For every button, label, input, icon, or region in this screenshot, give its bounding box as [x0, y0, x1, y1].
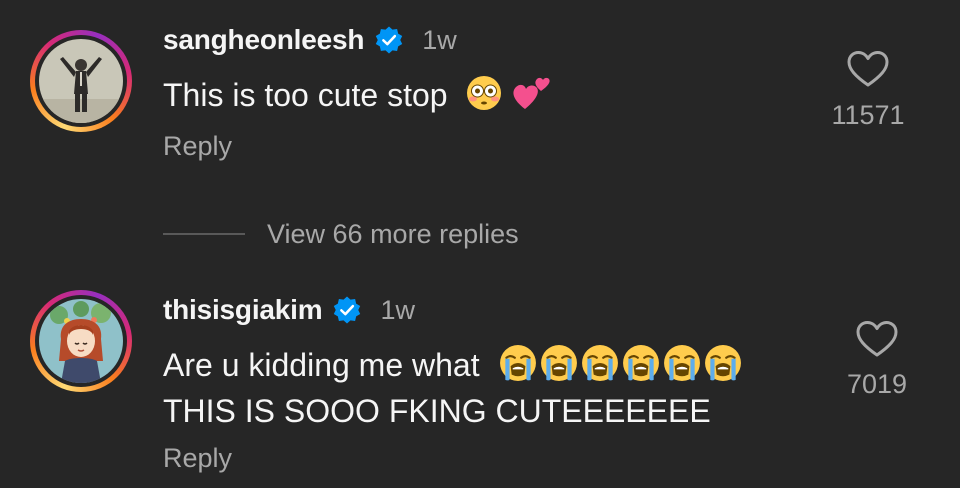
reply-button[interactable]: Reply	[163, 131, 232, 162]
avatar[interactable]	[39, 39, 123, 123]
like-heart-icon[interactable]	[856, 320, 898, 358]
loudly-crying-face-icon	[540, 344, 578, 391]
flushed-face-icon	[466, 75, 502, 120]
comment-text: This is too cute stop	[163, 75, 551, 120]
divider-line	[163, 233, 245, 235]
comment-text-line-1: This is too cute stop	[163, 77, 448, 113]
like-count: 11571	[831, 100, 905, 130]
verified-badge-icon	[332, 295, 362, 325]
avatar-story-ring[interactable]	[30, 290, 132, 392]
avatar-story-ring[interactable]	[30, 30, 132, 132]
username[interactable]: thisisgiakim	[163, 294, 323, 326]
loudly-crying-face-icon	[581, 344, 619, 391]
view-more-replies-button[interactable]: View 66 more replies	[163, 214, 519, 254]
comment-text-line-2: THIS IS SOOO FKING CUTEEEEEEE	[163, 393, 711, 429]
avatar[interactable]	[39, 299, 123, 383]
comment-header: thisisgiakim 1w	[163, 290, 415, 330]
comment-text-line-1: Are u kidding me what	[163, 346, 480, 383]
loudly-crying-face-icon	[704, 344, 742, 391]
timestamp: 1w	[380, 294, 415, 325]
avatar-illustration-icon	[39, 299, 123, 383]
like-heart-icon[interactable]	[847, 50, 889, 88]
comment-text: Are u kidding me what THIS IS SOOO FKING…	[163, 344, 742, 431]
reply-button[interactable]: Reply	[163, 443, 232, 474]
loudly-crying-face-icon	[622, 344, 660, 391]
two-hearts-icon	[511, 75, 551, 120]
verified-badge-icon	[374, 25, 404, 55]
loudly-crying-face-icon	[499, 344, 537, 391]
view-more-replies-label[interactable]: View 66 more replies	[267, 219, 519, 250]
crying-emoji-group	[499, 345, 742, 383]
username[interactable]: sangheonleesh	[163, 24, 364, 56]
avatar-photo-icon	[39, 39, 123, 123]
comment-header: sangheonleesh 1w	[163, 20, 457, 60]
like-count: 7019	[846, 369, 908, 399]
timestamp: 1w	[422, 24, 457, 55]
loudly-crying-face-icon	[663, 344, 701, 391]
